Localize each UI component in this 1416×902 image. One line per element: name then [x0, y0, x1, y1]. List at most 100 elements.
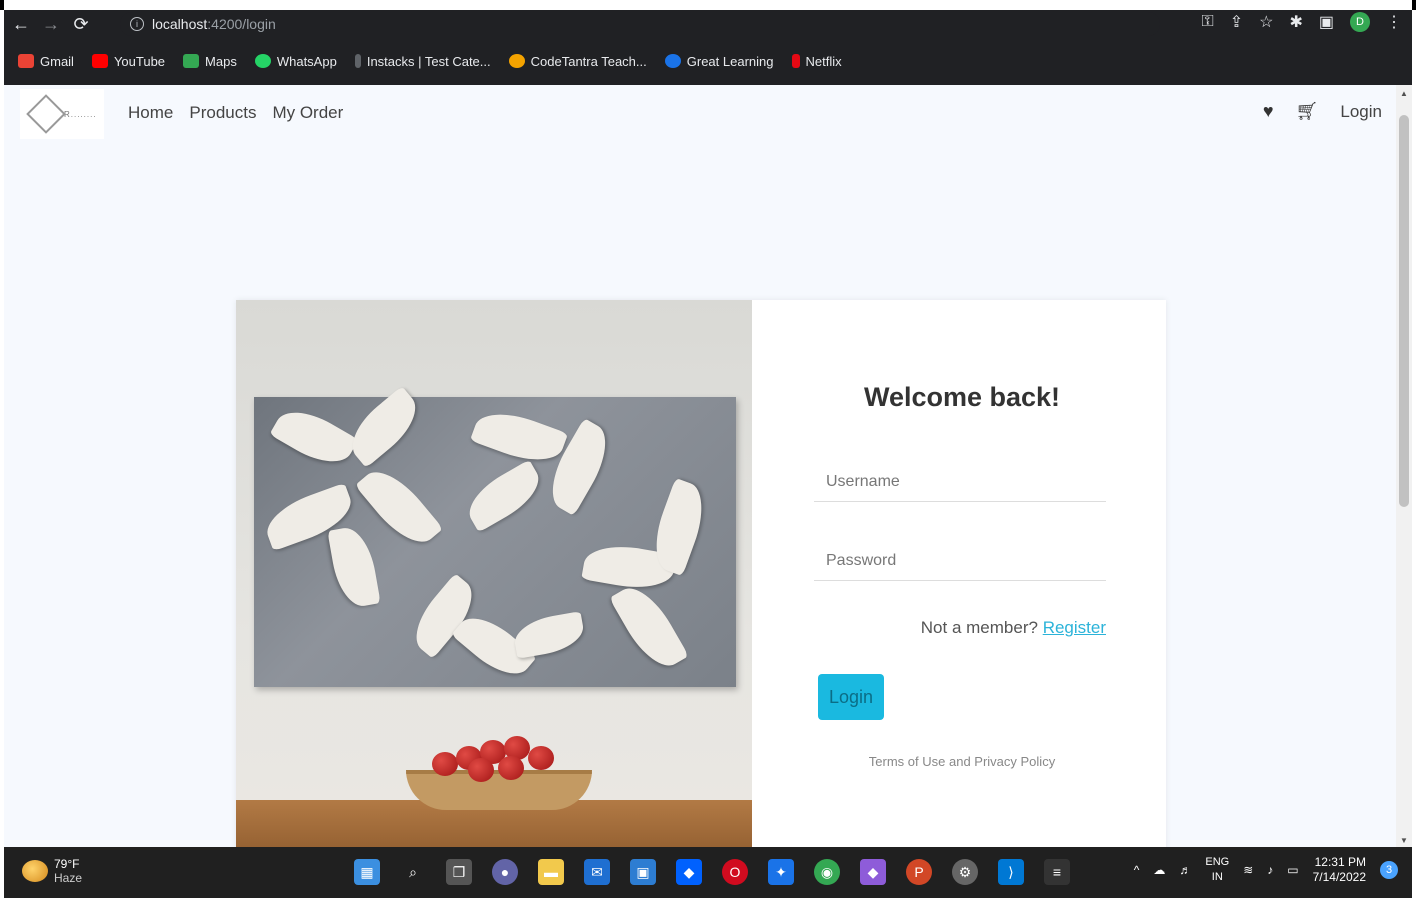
terms-text[interactable]: Terms of Use and Privacy Policy: [814, 754, 1110, 769]
apple: [498, 756, 524, 780]
settings-icon[interactable]: ⚙: [952, 859, 978, 885]
screen: ← → ⟳ i localhost:4200/login ⚿ ⇪ ☆ ✱ ▣ D…: [0, 0, 1416, 902]
profile-avatar[interactable]: D: [1350, 12, 1370, 32]
heart-icon[interactable]: ♥: [1263, 101, 1274, 122]
nav-home[interactable]: Home: [128, 103, 173, 123]
login-button[interactable]: Login: [818, 674, 884, 720]
chevron-up-icon[interactable]: ^: [1134, 863, 1140, 877]
language-indicator[interactable]: ENG IN: [1205, 855, 1229, 885]
battery-icon[interactable]: ▭: [1287, 863, 1298, 877]
file-explorer-icon[interactable]: ▬: [538, 859, 564, 885]
url-path: :4200/login: [207, 16, 276, 32]
apple: [468, 758, 494, 782]
temperature: 79°F: [54, 857, 80, 871]
teams-chat-icon[interactable]: ●: [492, 859, 518, 885]
page-scrollbar[interactable]: ▲ ▼: [1396, 85, 1412, 847]
fruit-bowl: [406, 770, 592, 810]
bookmark-gmail[interactable]: Gmail: [18, 54, 74, 69]
info-icon[interactable]: i: [130, 17, 144, 31]
bookmark-netflix[interactable]: Netflix: [791, 54, 842, 69]
taskbar-apps: ▦ ⌕ ❐ ● ▬ ✉ ▣ ◆ O ✦ ◉ ◆ P ⚙ ⟩ ≡: [354, 859, 1070, 885]
welcome-title: Welcome back!: [863, 382, 1061, 412]
codetantra-icon: [508, 54, 525, 68]
address-bar[interactable]: i localhost:4200/login: [120, 12, 1160, 36]
weather-icon: [22, 860, 48, 882]
url-host: localhost: [152, 16, 208, 32]
nav-actions: ♥ 🛒︎ Login: [1263, 101, 1382, 122]
start-icon[interactable]: ▦: [354, 859, 380, 885]
petal: [469, 402, 569, 472]
code-icon[interactable]: ✦: [768, 859, 794, 885]
scroll-down-icon[interactable]: ▼: [1400, 836, 1408, 845]
clock-date: 7/14/2022: [1312, 870, 1366, 884]
scroll-thumb[interactable]: [1399, 115, 1409, 507]
key-icon[interactable]: ⚿: [1202, 13, 1214, 31]
bookmark-great-learning[interactable]: Great Learning: [664, 53, 774, 69]
nav-links: Home Products My Order: [128, 103, 343, 123]
clock[interactable]: 12:31 PM 7/14/2022: [1313, 855, 1366, 885]
terminal-icon[interactable]: ≡: [1044, 859, 1070, 885]
headset-icon[interactable]: ♬: [1179, 863, 1191, 877]
star-icon[interactable]: ☆: [1259, 12, 1273, 32]
petal: [327, 524, 381, 610]
onedrive-icon[interactable]: ☁: [1153, 863, 1165, 877]
petal: [354, 459, 444, 555]
windows-taskbar: 79°F Haze ▦ ⌕ ❐ ● ▬ ✉ ▣ ◆ O ✦ ◉ ◆ P ⚙ ⟩ …: [4, 847, 1412, 898]
register-link[interactable]: Register: [1043, 618, 1106, 637]
nav-my-order[interactable]: My Order: [272, 103, 343, 123]
bookmark-label: Great Learning: [686, 53, 774, 69]
back-icon[interactable]: ←: [8, 11, 34, 37]
bookmark-youtube[interactable]: YouTube: [91, 53, 166, 69]
menu-icon[interactable]: ⋮: [1386, 12, 1402, 32]
scroll-up-icon[interactable]: ▲: [1400, 89, 1408, 98]
volume-icon[interactable]: ♪: [1267, 863, 1273, 877]
search-icon[interactable]: ⌕: [400, 859, 426, 885]
bookmark-label: YouTube: [113, 53, 166, 69]
clock-time: 12:31 PM: [1314, 855, 1366, 869]
dropbox-icon[interactable]: ◆: [676, 859, 702, 885]
lang-region: IN: [1211, 871, 1223, 883]
nav-login[interactable]: Login: [1340, 102, 1382, 122]
logo-text: R........: [64, 109, 97, 119]
apple: [528, 746, 554, 770]
reload-icon[interactable]: ⟳: [68, 11, 94, 37]
store-icon[interactable]: ▣: [630, 859, 656, 885]
gmail-icon: [18, 54, 34, 68]
extensions-icon[interactable]: ✱: [1289, 12, 1302, 32]
password-input[interactable]: [814, 541, 1106, 581]
bookmark-whatsapp[interactable]: WhatsApp: [254, 53, 337, 69]
bookmark-label: Maps: [205, 53, 237, 69]
decor-photo: [236, 300, 752, 847]
petal: [269, 399, 359, 475]
opera-icon[interactable]: O: [722, 859, 748, 885]
nav-products[interactable]: Products: [189, 103, 256, 123]
cart-icon[interactable]: 🛒︎: [1296, 101, 1319, 122]
lang-code: ENG: [1205, 856, 1230, 868]
notification-badge[interactable]: 3: [1380, 861, 1398, 879]
weather-widget[interactable]: 79°F Haze: [22, 857, 82, 885]
git-icon[interactable]: ◆: [860, 859, 886, 885]
bookmark-label: WhatsApp: [276, 53, 337, 69]
mail-icon[interactable]: ✉: [584, 859, 610, 885]
petal: [609, 578, 689, 676]
petal: [459, 459, 549, 533]
username-input[interactable]: [814, 462, 1106, 502]
bookmark-instacks[interactable]: Instacks | Test Cate...: [354, 53, 491, 69]
task-view-icon[interactable]: ❐: [446, 859, 472, 885]
chrome-icon[interactable]: ◉: [814, 859, 840, 885]
sidepanel-icon[interactable]: ▣: [1319, 12, 1334, 32]
browser-chrome: ← → ⟳ i localhost:4200/login ⚿ ⇪ ☆ ✱ ▣ D…: [4, 10, 1412, 85]
vscode-icon[interactable]: ⟩: [998, 859, 1024, 885]
bookmark-label: Instacks | Test Cate...: [366, 53, 491, 69]
site-logo[interactable]: R........: [20, 89, 104, 139]
web-page: R........ Home Products My Order ♥ 🛒︎ Lo…: [4, 85, 1396, 847]
forward-icon[interactable]: →: [38, 11, 64, 37]
powerpoint-icon[interactable]: P: [906, 859, 932, 885]
share-icon[interactable]: ⇪: [1230, 12, 1243, 32]
instacks-icon: [354, 54, 361, 68]
bookmark-codetantra[interactable]: CodeTantra Teach...: [508, 54, 647, 69]
bookmark-maps[interactable]: Maps: [183, 54, 237, 69]
wifi-icon[interactable]: ≋: [1243, 863, 1253, 877]
apple: [432, 752, 458, 776]
whatsapp-icon: [254, 54, 271, 68]
